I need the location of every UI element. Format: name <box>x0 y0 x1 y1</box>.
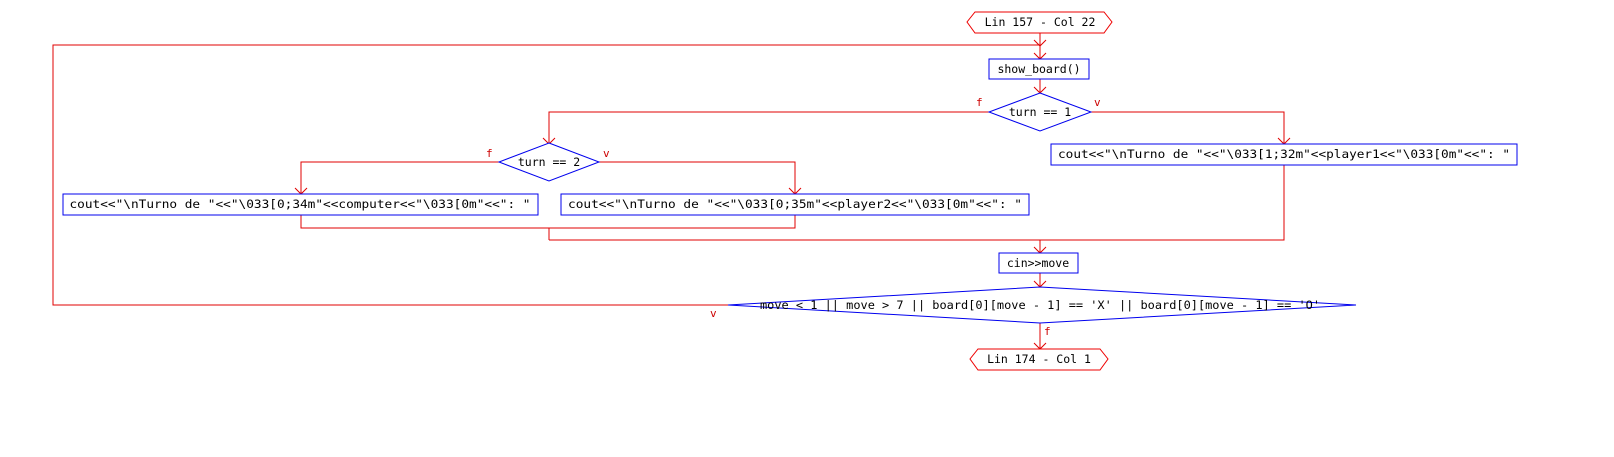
loop-condition[interactable]: move < 1 || move > 7 || board[0][move - … <box>727 286 1357 324</box>
decision-turn-2-label: turn == 2 <box>518 155 580 169</box>
read-move-box[interactable]: cin>>move <box>998 252 1079 274</box>
print-computer-box[interactable]: cout<<"\nTurno de "<<"\033[0;34m"<<compu… <box>62 193 539 216</box>
decision-turn-1-false-label: f <box>976 96 983 109</box>
start-terminal[interactable]: Lin 157 - Col 22 <box>966 11 1113 34</box>
read-move-label: cin>>move <box>1007 256 1069 270</box>
edge-decision1-false <box>548 111 989 144</box>
decision-turn-2-false-label: f <box>486 147 493 160</box>
decision-turn-2[interactable]: turn == 2 <box>497 142 601 182</box>
loop-condition-true-label: v <box>710 307 717 320</box>
loop-condition-label: move < 1 || move > 7 || board[0][move - … <box>760 298 1320 312</box>
end-terminal-label: Lin 174 - Col 1 <box>987 352 1091 366</box>
print-player2-label: cout<<"\nTurno de "<<"\033[0;35m"<<playe… <box>568 197 1022 211</box>
edge-decision1-true <box>1091 111 1285 144</box>
decision-turn-1-label: turn == 1 <box>1009 105 1071 119</box>
show-board-label: show_board() <box>997 62 1080 76</box>
show-board-box[interactable]: show_board() <box>988 58 1090 80</box>
end-terminal[interactable]: Lin 174 - Col 1 <box>969 348 1109 371</box>
decision-turn-2-true-label: v <box>603 147 610 160</box>
edge-decision2-true <box>599 161 796 194</box>
print-computer-label: cout<<"\nTurno de "<<"\033[0;34m"<<compu… <box>70 197 531 211</box>
loop-condition-false-label: f <box>1044 325 1051 338</box>
flowchart: Lin 157 - Col 22 show_board() turn == 1 … <box>52 11 1518 371</box>
print-player2-box[interactable]: cout<<"\nTurno de "<<"\033[0;35m"<<playe… <box>560 193 1030 216</box>
edge-merge-inner <box>300 215 796 229</box>
decision-turn-1[interactable]: turn == 1 <box>987 92 1093 132</box>
print-player1-box[interactable]: cout<<"\nTurno de "<<"\033[1;32m"<<playe… <box>1050 143 1518 166</box>
print-player1-label: cout<<"\nTurno de "<<"\033[1;32m"<<playe… <box>1058 147 1510 161</box>
start-terminal-label: Lin 157 - Col 22 <box>985 15 1096 29</box>
edge-decision2-false <box>300 161 499 194</box>
decision-turn-1-true-label: v <box>1094 96 1101 109</box>
